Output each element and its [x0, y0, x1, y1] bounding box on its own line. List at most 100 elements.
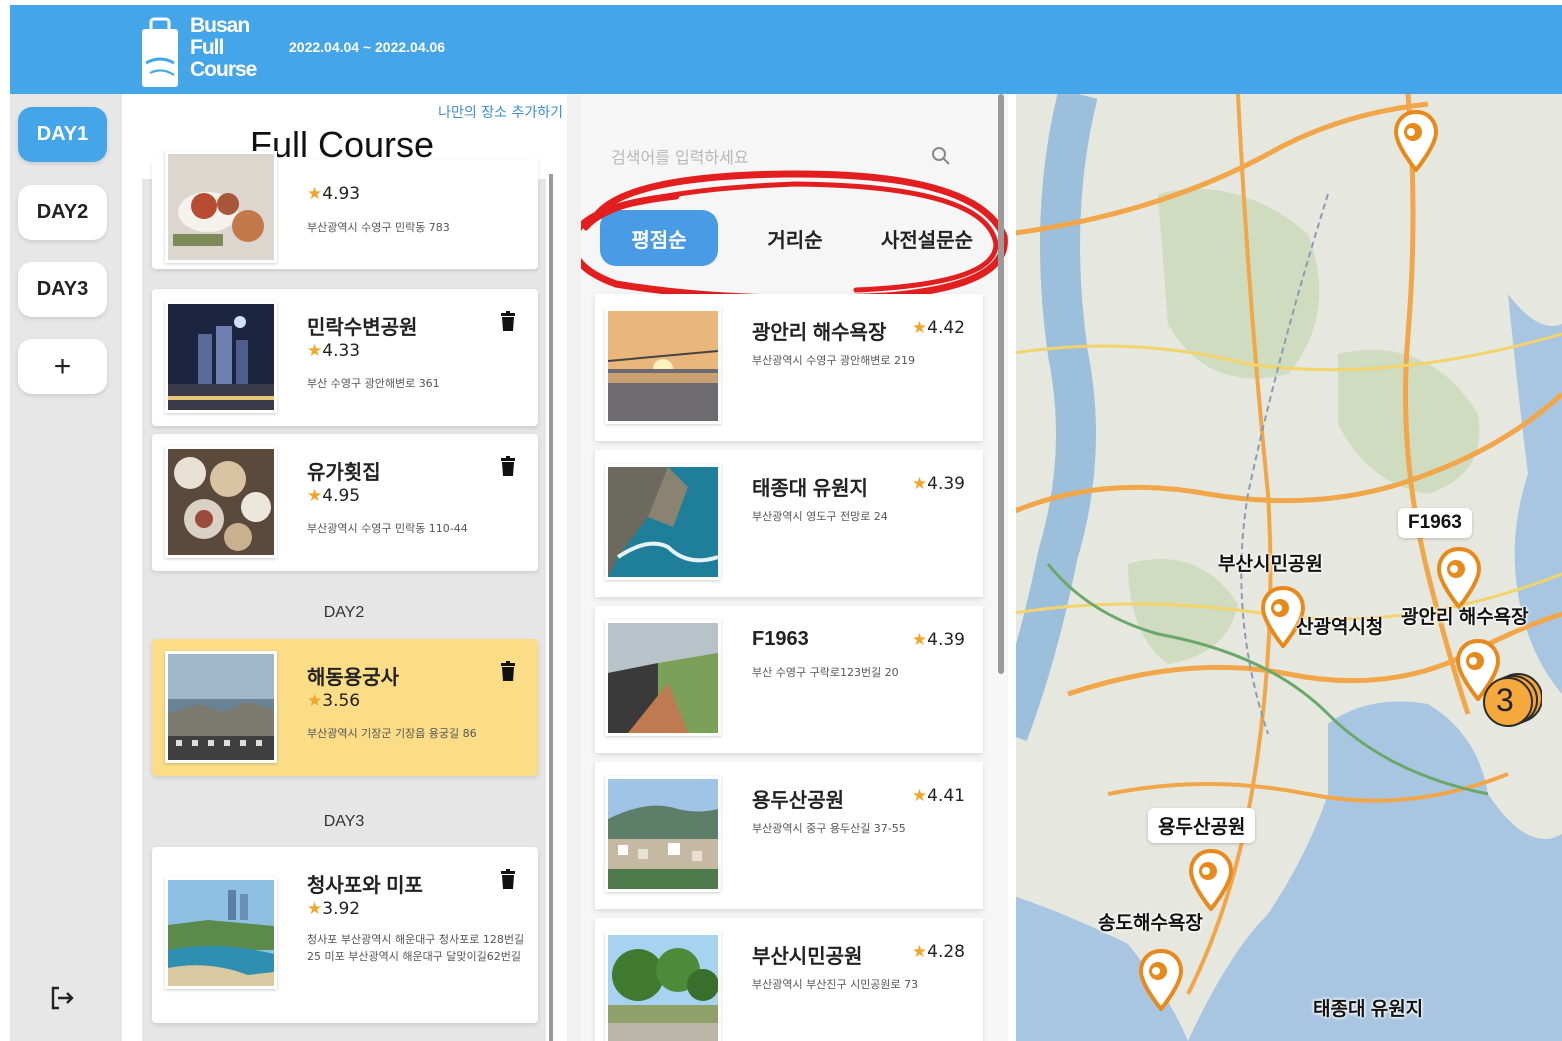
map-label-city-hall: 산광역시청 — [1296, 617, 1384, 638]
place-name: 청사포와 미포 — [307, 875, 423, 897]
star-icon: ★ — [307, 341, 323, 361]
course-item[interactable]: 민락수변공원 ★4.33 부산 수영구 광안해변로 361 — [152, 289, 538, 426]
place-thumbnail — [605, 620, 721, 736]
result-card[interactable]: F1963 ★4.39 부산 수영구 구락로123번길 20 — [595, 606, 983, 753]
map-label-citizen-park[interactable]: 부산시민공원 — [1218, 549, 1323, 576]
place-address: 부산광역시 수영구 민락동 783 — [307, 221, 450, 234]
sort-by-rating-tab[interactable]: 평점순 — [600, 210, 718, 266]
course-scrollbar[interactable] — [549, 174, 553, 1041]
rating: ★4.95 — [307, 486, 360, 506]
place-address: 부산광역시 수영구 민락동 110-44 — [307, 522, 468, 535]
place-address: 부산광역시 영도구 전망로 24 — [752, 510, 888, 523]
trash-icon[interactable] — [500, 311, 516, 331]
rating-value: 4.39 — [927, 630, 965, 650]
place-name: 광안리 해수욕장 — [752, 322, 887, 344]
result-card[interactable]: 용두산공원 ★4.41 부산광역시 중구 용두산길 37-55 — [595, 762, 983, 909]
sort-tabs: 평점순 거리순 사전설문순 — [600, 210, 980, 266]
star-icon: ★ — [911, 474, 928, 494]
scrollbar-thumb[interactable] — [549, 174, 553, 1041]
logo-text: Busan Full Course — [190, 15, 257, 81]
map-pin-icon[interactable] — [1188, 849, 1234, 911]
logout-icon[interactable] — [48, 984, 76, 1012]
search-icon[interactable] — [931, 146, 951, 166]
course-item[interactable]: 해동용궁사 ★3.56 부산광역시 기장군 기장읍 용궁길 86 — [152, 639, 538, 776]
star-icon: ★ — [911, 318, 928, 338]
map-label-taejongdae[interactable]: 태종대 유원지 — [1313, 994, 1423, 1021]
rating: ★3.56 — [307, 691, 360, 711]
rating-value: 3.92 — [322, 899, 361, 919]
place-thumbnail — [605, 776, 721, 892]
place-thumbnail — [165, 651, 277, 763]
rating-value: 4.39 — [927, 474, 965, 494]
trash-icon[interactable] — [500, 456, 516, 476]
result-card[interactable]: 태종대 유원지 ★4.39 부산광역시 영도구 전망로 24 — [595, 450, 983, 597]
rating-value: 3.56 — [322, 691, 361, 711]
logo-line: Course — [190, 58, 257, 81]
place-thumbnail — [605, 308, 721, 424]
map-cluster-marker[interactable]: 3 — [1480, 668, 1542, 730]
course-item[interactable]: 청사포와 미포 ★3.92 청사포 부산광역시 해운대구 청사포로 128번길 … — [152, 847, 538, 1023]
map-pin-icon[interactable] — [1393, 110, 1439, 172]
rating-value: 4.42 — [927, 318, 965, 338]
rating: ★4.39 — [912, 474, 965, 494]
cluster-count: 3 — [1496, 682, 1514, 718]
sort-by-distance-tab[interactable]: 거리순 — [740, 210, 850, 266]
rating: ★4.39 — [912, 630, 965, 650]
day-section-label: DAY3 — [323, 813, 365, 830]
rating: ★3.92 — [307, 899, 360, 919]
app-window: Busan Full Course 2022.04.04 ~ 2022.04.0… — [10, 5, 1562, 1041]
rating: ★4.33 — [307, 341, 360, 361]
place-thumbnail — [165, 877, 277, 989]
star-icon: ★ — [307, 184, 323, 204]
full-course-panel: 나만의 장소 추가하기 Full Course ★4.93 부산광역시 수영구 … — [122, 94, 567, 1041]
place-name: 용두산공원 — [752, 790, 844, 812]
star-icon: ★ — [307, 691, 323, 711]
star-icon: ★ — [307, 899, 323, 919]
place-name: 민락수변공원 — [307, 317, 418, 339]
course-item[interactable]: 유가횟집 ★4.95 부산광역시 수영구 민락동 110-44 — [152, 434, 538, 571]
day3-button[interactable]: DAY3 — [18, 262, 107, 317]
rating: ★4.42 — [912, 318, 965, 338]
map-label-songdo[interactable]: 송도해수욕장 — [1098, 908, 1203, 935]
course-item[interactable]: ★4.93 부산광역시 수영구 민락동 783 — [152, 151, 538, 269]
rating-value: 4.28 — [927, 942, 965, 962]
day1-button[interactable]: DAY1 — [18, 107, 107, 162]
rating: ★4.41 — [912, 786, 965, 806]
app-logo[interactable]: Busan Full Course — [140, 13, 260, 91]
search-input[interactable]: 검색어를 입력하세요 — [611, 144, 951, 176]
rating-value: 4.95 — [322, 486, 361, 506]
map-label-yongdusan[interactable]: 용두산공원 — [1148, 808, 1256, 843]
place-thumbnail — [605, 932, 721, 1041]
add-day-button[interactable]: + — [18, 339, 107, 394]
map-label-f1963[interactable]: F1963 — [1398, 508, 1472, 538]
result-card[interactable]: 광안리 해수욕장 ★4.42 부산광역시 수영구 광안해변로 219 — [595, 294, 983, 441]
place-address: 부산 수영구 광안해변로 361 — [307, 377, 440, 390]
rating-value: 4.93 — [322, 184, 361, 204]
map-label-gwangalli[interactable]: 광안리 해수욕장 — [1401, 602, 1529, 629]
rating-value: 4.33 — [322, 341, 361, 361]
place-address: 부산광역시 부산진구 시민공원로 73 — [752, 978, 919, 991]
star-icon: ★ — [911, 630, 928, 650]
place-name: 태종대 유원지 — [752, 478, 868, 500]
add-my-place-link[interactable]: 나만의 장소 추가하기 — [438, 102, 563, 122]
star-icon: ★ — [911, 786, 928, 806]
search-panel: 검색어를 입력하세요 평점순 거리순 사전설문순 광안리 해수욕장 ★4.42 … — [581, 94, 1008, 1041]
results-scrollbar[interactable] — [998, 94, 1004, 674]
trash-icon[interactable] — [500, 661, 516, 681]
trash-icon[interactable] — [500, 869, 516, 889]
search-placeholder: 검색어를 입력하세요 — [611, 148, 749, 167]
day2-button[interactable]: DAY2 — [18, 185, 107, 240]
map-view[interactable]: 3 F1963 부산시민공원 산광역시청 광안리 해수욕장 용두산공원 송도해수… — [1008, 94, 1562, 1041]
place-address: 부산광역시 중구 용두산길 37-55 — [752, 822, 906, 835]
sort-by-survey-tab[interactable]: 사전설문순 — [862, 210, 992, 266]
place-name: F1963 — [752, 628, 809, 650]
place-name: 유가횟집 — [307, 462, 381, 484]
course-list[interactable]: ★4.93 부산광역시 수영구 민락동 783 민락수변공원 ★4.33 부산 … — [142, 151, 546, 1041]
place-address: 부산광역시 기장군 기장읍 용궁길 86 — [307, 727, 477, 740]
map-pin-icon[interactable] — [1436, 547, 1482, 609]
place-address: 부산광역시 수영구 광안해변로 219 — [752, 354, 916, 367]
suitcase-logo-icon — [142, 17, 178, 87]
place-address: 부산 수영구 구락로123번길 20 — [752, 666, 899, 679]
result-card[interactable]: 부산시민공원 ★4.28 부산광역시 부산진구 시민공원로 73 — [595, 918, 983, 1041]
map-pin-icon[interactable] — [1138, 949, 1184, 1011]
